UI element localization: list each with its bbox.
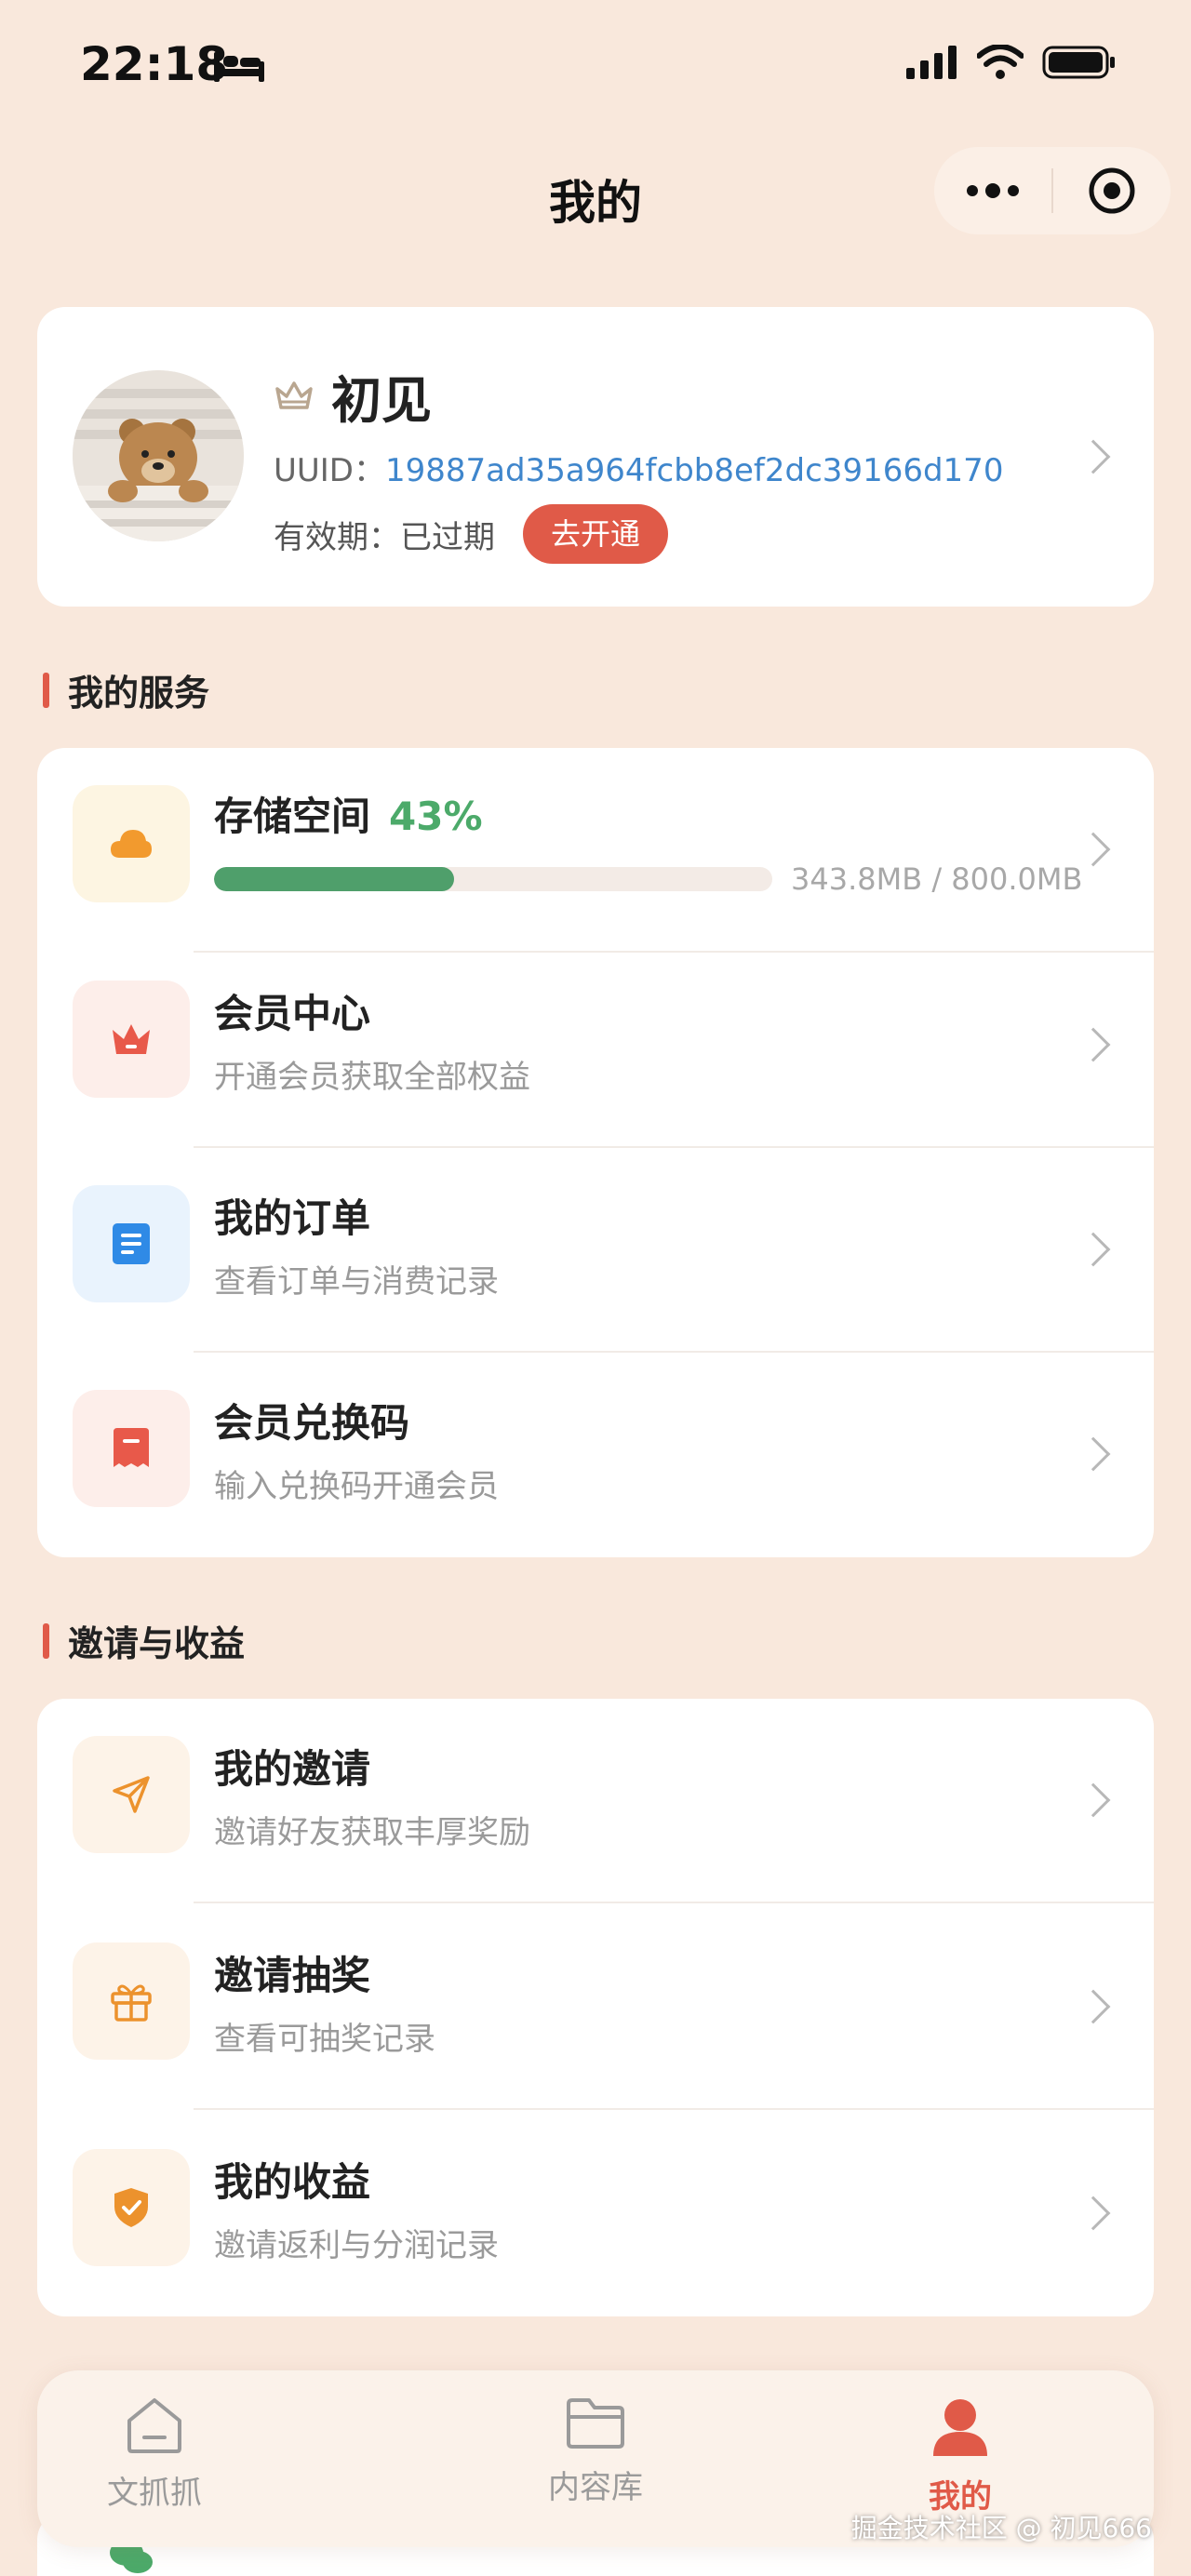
section-title-text: 我的服务: [68, 673, 210, 714]
row-divider: [194, 2108, 1154, 2110]
menu-item-member-center[interactable]: 会员中心 开通会员获取全部权益: [37, 943, 1154, 1148]
storage-row[interactable]: 存储空间 43% 343.8MB / 800.0MB: [37, 748, 1154, 953]
status-time: 22:18: [80, 37, 229, 91]
close-program-button[interactable]: [1053, 147, 1171, 234]
avatar[interactable]: [73, 370, 244, 541]
status-bar: 22:18: [0, 0, 1191, 130]
teddy-bear-avatar-image: [73, 370, 244, 541]
menu-item-title: 我的收益: [214, 2159, 371, 2205]
user-icon: [933, 2399, 987, 2456]
redeem-code-icon-tile: [73, 1390, 190, 1507]
target-icon: [1089, 167, 1135, 214]
crown-icon: [275, 380, 313, 409]
menu-item-title: 我的邀请: [214, 1746, 371, 1792]
bed-icon: [214, 52, 264, 82]
chevron-right-icon: [1076, 439, 1111, 474]
menu-item-subtitle: 查看订单与消费记录: [214, 1263, 499, 1301]
menu-item-invite-lottery[interactable]: 邀请抽奖 查看可抽奖记录: [37, 1905, 1154, 2110]
storage-progress-fill: [214, 867, 454, 891]
chevron-right-icon: [1076, 1782, 1111, 1818]
menu-item-title: 会员中心: [214, 991, 371, 1036]
tab-content-library[interactable]: 内容库: [484, 2396, 707, 2507]
chevron-right-icon: [1076, 1989, 1111, 2024]
menu-item-redeem-code[interactable]: 会员兑换码 输入兑换码开通会员: [37, 1353, 1154, 1557]
profile-card[interactable]: 初见 UUID：19887ad35a964fcbb8ef2dc39166d170…: [37, 307, 1154, 607]
more-dots-icon: [967, 183, 1019, 198]
my-orders-icon-tile: [73, 1185, 190, 1302]
menu-item-subtitle: 查看可抽奖记录: [214, 2021, 435, 2058]
more-button[interactable]: [934, 147, 1051, 234]
invite-lottery-icon-tile: [73, 1942, 190, 2060]
storage-percent: 43%: [389, 794, 483, 839]
wifi-icon: [977, 45, 1024, 79]
tab-label: 内容库: [548, 2469, 643, 2506]
menu-item-title: 我的订单: [214, 1195, 371, 1241]
section-title-text: 邀请与收益: [68, 1623, 246, 1664]
crown-icon: [113, 1024, 150, 1054]
shield-icon: [114, 2188, 148, 2227]
uuid-label: UUID：: [274, 452, 385, 489]
chevron-right-icon: [1076, 1436, 1111, 1472]
chevron-right-icon: [1076, 2196, 1111, 2231]
row-divider: [194, 1902, 1154, 1903]
receipt-icon: [114, 1428, 149, 1467]
signal-icon: [906, 46, 957, 79]
mini-program-capsule: [934, 147, 1171, 234]
tab-home[interactable]: 文抓抓: [43, 2396, 266, 2513]
menu-item-subtitle: 开通会员获取全部权益: [214, 1059, 530, 1096]
my-invites-icon-tile: [73, 1736, 190, 1853]
document-icon: [113, 1223, 150, 1264]
send-icon: [113, 1776, 150, 1813]
tab-mine[interactable]: 我的: [849, 2396, 1072, 2516]
storage-size-text: 343.8MB / 800.0MB: [791, 861, 1083, 897]
watermark: 掘金技术社区 @ 初见666: [850, 2513, 1152, 2543]
uuid-row: UUID：19887ad35a964fcbb8ef2dc39166d170: [274, 445, 1003, 490]
nickname: 初见: [331, 371, 432, 430]
storage-title: 存储空间 43%: [214, 785, 483, 842]
tab-label: 文抓抓: [107, 2475, 202, 2512]
expire-row: 有效期： 已过期 去开通: [274, 504, 669, 564]
storage-progress-bar: [214, 867, 772, 891]
menu-item-subtitle: 输入兑换码开通会员: [214, 1468, 499, 1505]
storage-title-text: 存储空间: [214, 794, 371, 839]
nickname-row: 初见: [274, 359, 432, 433]
storage-icon-tile: [73, 785, 190, 902]
menu-item-my-orders[interactable]: 我的订单 查看订单与消费记录: [37, 1148, 1154, 1353]
my-earnings-icon-tile: [73, 2149, 190, 2266]
section-title-services: 我的服务: [43, 664, 209, 715]
section-accent-bar: [43, 672, 49, 708]
invite-card: 我的邀请 邀请好友获取丰厚奖励 邀请抽奖 查看可抽奖记录 我的收益 邀请返利与分…: [37, 1699, 1154, 2316]
open-membership-button[interactable]: 去开通: [523, 504, 669, 564]
menu-item-subtitle: 邀请返利与分润记录: [214, 2227, 499, 2264]
member-center-icon-tile: [73, 981, 190, 1098]
section-accent-bar: [43, 1622, 49, 1659]
chevron-right-icon: [1076, 1027, 1111, 1062]
battery-icon: [1042, 46, 1115, 79]
menu-item-my-invites[interactable]: 我的邀请 邀请好友获取丰厚奖励: [37, 1699, 1154, 1903]
gift-icon: [111, 1984, 152, 2022]
chevron-right-icon: [1076, 1232, 1111, 1267]
cloud-icon: [111, 830, 152, 858]
uuid-value[interactable]: 19887ad35a964fcbb8ef2dc39166d170: [385, 452, 1003, 489]
menu-item-title: 会员兑换码: [214, 1400, 410, 1446]
menu-item-subtitle: 邀请好友获取丰厚奖励: [214, 1814, 530, 1851]
expire-value: 已过期: [400, 518, 495, 556]
folder-icon: [567, 2398, 624, 2449]
home-icon: [127, 2398, 181, 2453]
section-title-invite: 邀请与收益: [43, 1615, 245, 1666]
menu-item-my-earnings[interactable]: 我的收益 邀请返利与分润记录: [37, 2112, 1154, 2316]
expire-label: 有效期：: [274, 518, 400, 556]
services-card: 存储空间 43% 343.8MB / 800.0MB 会员中心 开通会员获取全部权…: [37, 748, 1154, 1557]
menu-item-title: 邀请抽奖: [214, 1953, 371, 1998]
